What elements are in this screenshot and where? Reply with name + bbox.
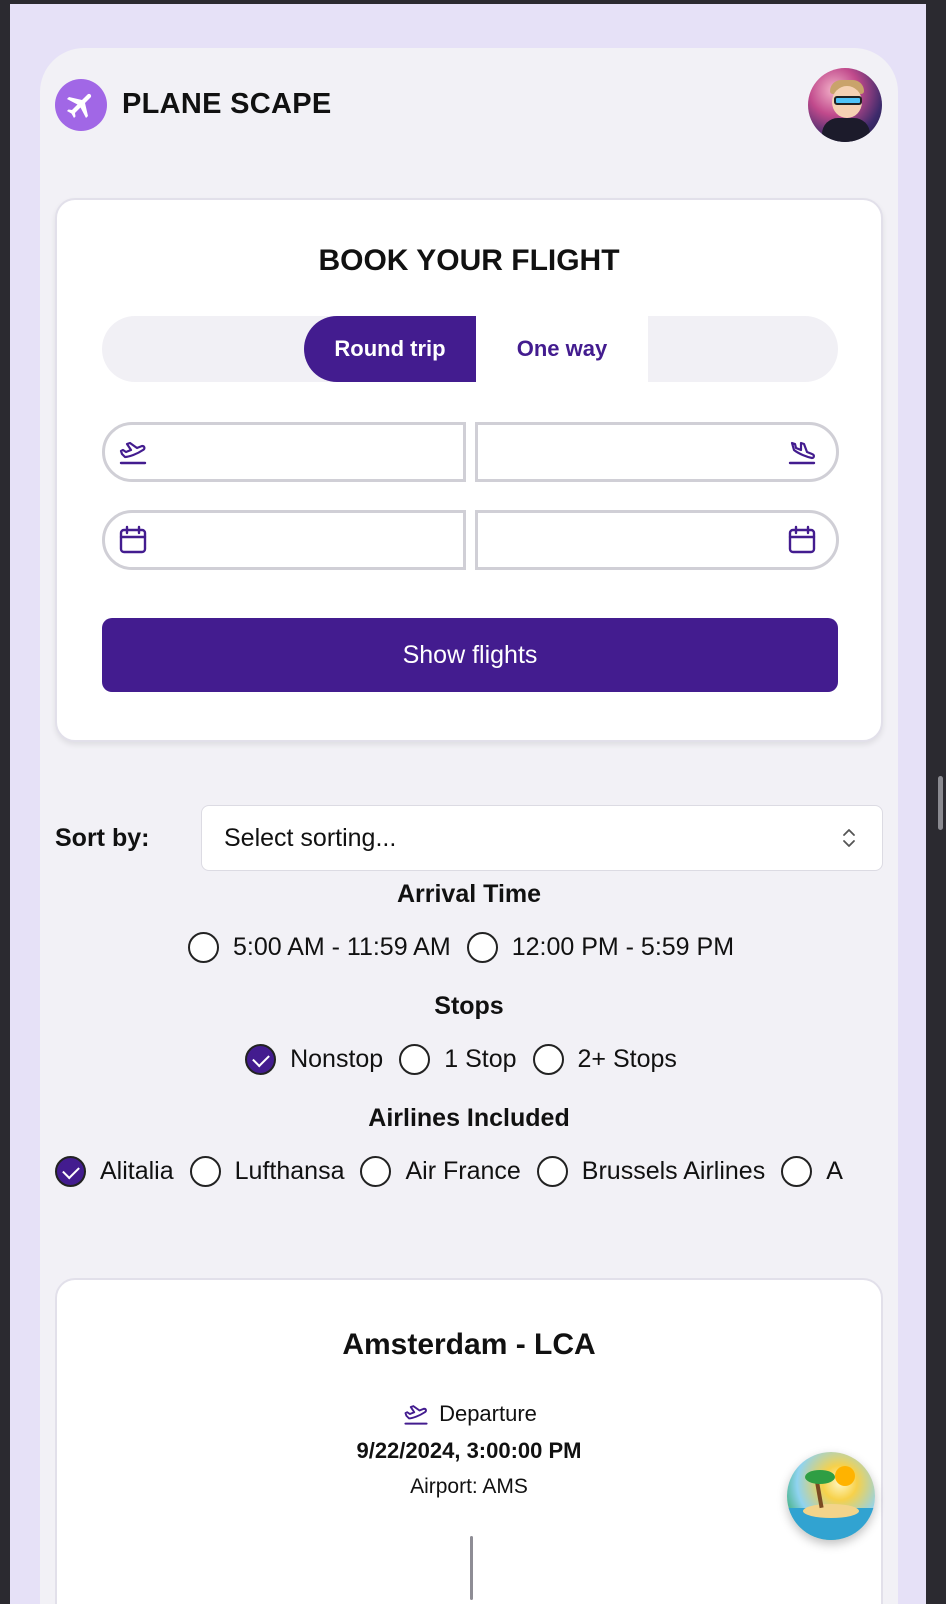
- beach-icon-sand: [803, 1504, 859, 1518]
- option-label: Lufthansa: [234, 1157, 345, 1185]
- browser-viewport: PLANE SCAPE BOOK YOUR FLIGHT Round trip …: [10, 4, 926, 1604]
- radio-button-checked[interactable]: [245, 1044, 277, 1075]
- flight-result-card[interactable]: Amsterdam - LCA Departure 9/22/2024, 3:0…: [55, 1278, 883, 1604]
- airlines-options: Alitalia Lufthansa Air France Brussels A…: [55, 1156, 883, 1187]
- radio-button[interactable]: [781, 1156, 813, 1187]
- option-label: Brussels Airlines: [581, 1157, 766, 1185]
- radio-button[interactable]: [466, 932, 498, 963]
- avatar-glasses: [834, 96, 862, 105]
- flight-route: Amsterdam - LCA: [342, 1328, 596, 1361]
- departure-airport: Airport: AMS: [410, 1475, 528, 1498]
- airline-option[interactable]: Air France: [360, 1156, 521, 1187]
- departure-airport-input[interactable]: [102, 422, 466, 482]
- calendar-icon: [788, 525, 816, 554]
- takeoff-icon: [404, 1405, 428, 1425]
- route-timeline-line: [470, 1536, 473, 1600]
- option-label: 1 Stop: [444, 1045, 517, 1073]
- departure-time: 9/22/2024, 3:00:00 PM: [356, 1438, 582, 1463]
- departure-date-input[interactable]: [102, 510, 466, 570]
- avatar-suit: [822, 118, 870, 142]
- radio-button[interactable]: [187, 932, 219, 963]
- beach-icon-sun: [835, 1466, 855, 1486]
- option-label: 12:00 PM - 5:59 PM: [511, 933, 735, 961]
- departure-label-row: Departure: [57, 1400, 881, 1428]
- option-label: Air France: [405, 1157, 521, 1185]
- option-label: 2+ Stops: [577, 1045, 677, 1073]
- option-label: Alitalia: [100, 1157, 174, 1185]
- stops-heading: Stops: [434, 992, 504, 1020]
- takeoff-icon: [119, 441, 147, 465]
- option-label: 5:00 AM - 11:59 AM: [232, 933, 451, 961]
- round-trip-button[interactable]: Round trip: [304, 316, 476, 382]
- app-container: PLANE SCAPE BOOK YOUR FLIGHT Round trip …: [40, 48, 898, 1604]
- landing-icon: [788, 441, 816, 465]
- stops-option[interactable]: Nonstop: [245, 1044, 383, 1075]
- radio-button[interactable]: [399, 1044, 431, 1075]
- airplane-glyph: [66, 93, 92, 119]
- show-flights-button[interactable]: Show flights: [102, 618, 838, 692]
- radio-button[interactable]: [189, 1156, 221, 1187]
- airlines-heading: Airlines Included: [368, 1104, 570, 1132]
- trip-type-toggle: Round trip One way: [102, 316, 838, 382]
- airline-option[interactable]: A: [781, 1156, 843, 1187]
- sort-select-value: Select sorting...: [224, 823, 397, 852]
- brand-name[interactable]: PLANE SCAPE: [122, 88, 332, 121]
- booking-title: BOOK YOUR FLIGHT: [318, 244, 620, 277]
- airline-option[interactable]: Alitalia: [55, 1156, 174, 1187]
- airline-option[interactable]: Lufthansa: [189, 1156, 345, 1187]
- arrival-time-heading: Arrival Time: [396, 880, 542, 908]
- arrival-airport-input[interactable]: [475, 422, 839, 482]
- palm-leaves-icon: [805, 1470, 835, 1484]
- stops-options: Nonstop 1 Stop 2+ Stops: [40, 1044, 898, 1075]
- sort-label: Sort by:: [55, 824, 150, 852]
- departure-label: Departure: [439, 1401, 537, 1426]
- beach-fab-button[interactable]: [787, 1452, 875, 1540]
- arrival-time-options: 5:00 AM - 11:59 AM 12:00 PM - 5:59 PM: [40, 932, 898, 963]
- radio-button-checked[interactable]: [55, 1156, 86, 1187]
- return-date-input[interactable]: [475, 510, 839, 570]
- stops-option[interactable]: 1 Stop: [399, 1044, 517, 1075]
- chevron-updown-icon: [843, 829, 855, 847]
- stops-option[interactable]: 2+ Stops: [532, 1044, 677, 1075]
- radio-button[interactable]: [360, 1156, 392, 1187]
- arrival-time-option[interactable]: 12:00 PM - 5:59 PM: [466, 932, 735, 963]
- option-label: A: [826, 1157, 843, 1185]
- sort-select[interactable]: Select sorting...: [201, 805, 883, 871]
- arrival-time-option[interactable]: 5:00 AM - 11:59 AM: [187, 932, 451, 963]
- radio-button[interactable]: [536, 1156, 568, 1187]
- booking-card: BOOK YOUR FLIGHT Round trip One way Show…: [55, 198, 883, 742]
- one-way-button[interactable]: One way: [476, 316, 648, 382]
- calendar-icon: [119, 525, 147, 554]
- airline-option[interactable]: Brussels Airlines: [536, 1156, 766, 1187]
- radio-button[interactable]: [532, 1044, 564, 1075]
- airplane-icon[interactable]: [55, 79, 107, 131]
- option-label: Nonstop: [290, 1045, 384, 1073]
- scrollbar-thumb[interactable]: [938, 776, 943, 830]
- user-avatar[interactable]: [808, 68, 882, 142]
